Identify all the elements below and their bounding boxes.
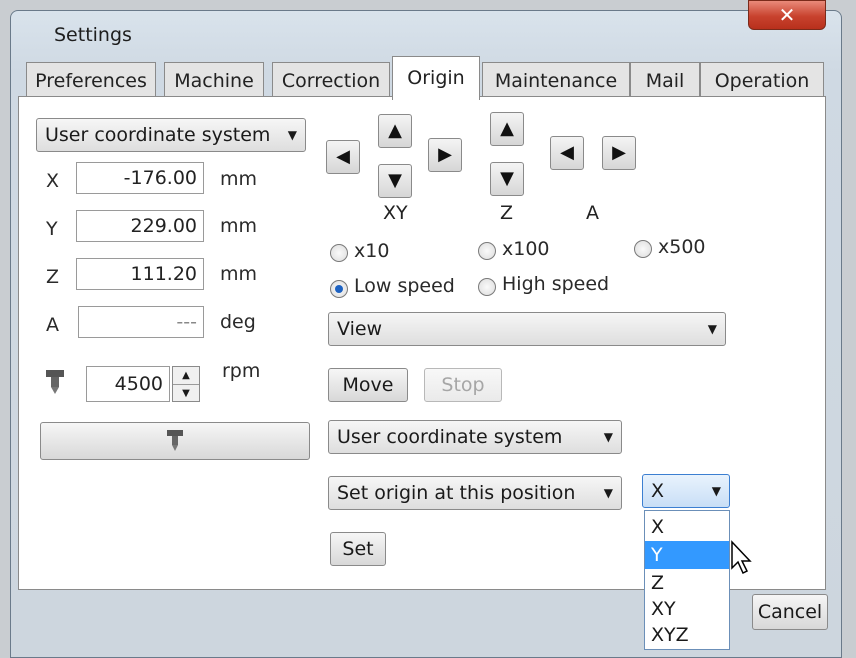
set-button[interactable]: Set <box>330 532 386 566</box>
low-speed-radio[interactable] <box>330 280 348 298</box>
spindle-unit: rpm <box>222 360 261 382</box>
jog-z-plus-button[interactable]: ▲ <box>490 112 524 146</box>
axis-select-dropdown: X Y Z XY XYZ <box>644 510 730 650</box>
y-position-field: 229.00 <box>76 210 204 242</box>
axis-option-xy[interactable]: XY <box>645 595 729 623</box>
close-button[interactable]: ✕ <box>748 0 826 30</box>
coordinate-system-value: User coordinate system <box>45 124 271 146</box>
jog-y-plus-button[interactable]: ▲ <box>378 114 412 148</box>
a-position-field: --- <box>78 306 204 338</box>
arrow-right-icon: ▶ <box>612 142 626 163</box>
tab-origin[interactable]: Origin <box>392 56 480 100</box>
spindle-icon <box>167 430 183 451</box>
axis-select-value: X <box>651 480 665 502</box>
z-position-field: 111.20 <box>76 258 204 290</box>
low-speed-label: Low speed <box>354 275 455 297</box>
close-icon: ✕ <box>778 3 796 27</box>
tab-machine[interactable]: Machine <box>164 62 264 98</box>
tab-operation[interactable]: Operation <box>700 62 824 98</box>
step-x100-radio[interactable] <box>478 242 496 260</box>
tab-preferences[interactable]: Preferences <box>26 62 156 98</box>
spindle-icon <box>44 368 66 396</box>
arrow-right-icon: ▶ <box>438 144 452 165</box>
jog-a-minus-button[interactable]: ◀ <box>550 136 584 170</box>
step-x10-radio[interactable] <box>330 244 348 262</box>
arrow-down-icon: ▼ <box>500 168 514 189</box>
jog-xy-label: XY <box>383 202 408 224</box>
x-position-field: -176.00 <box>76 162 204 194</box>
window-title: Settings <box>54 24 132 46</box>
axis-option-xyz[interactable]: XYZ <box>645 621 729 649</box>
origin-action-select[interactable]: Set origin at this position ▼ <box>328 476 622 510</box>
tab-correction[interactable]: Correction <box>272 62 390 98</box>
z-unit: mm <box>220 263 258 285</box>
axis-option-y[interactable]: Y <box>645 541 729 569</box>
axis-label-z: Z <box>46 266 60 288</box>
chevron-down-icon: ▼ <box>711 484 721 498</box>
jog-z-minus-button[interactable]: ▼ <box>490 162 524 196</box>
chevron-down-icon: ▼ <box>287 128 297 142</box>
x-unit: mm <box>220 168 258 190</box>
axis-label-y: Y <box>46 218 58 240</box>
step-x100-label: x100 <box>502 238 550 260</box>
arrow-left-icon: ◀ <box>560 142 574 163</box>
origin-action-value: Set origin at this position <box>337 482 576 504</box>
chevron-down-icon: ▼ <box>603 430 613 444</box>
arrow-down-icon: ▼ <box>388 170 402 191</box>
high-speed-label: High speed <box>502 273 610 295</box>
axis-label-a: A <box>46 314 59 336</box>
step-x500-label: x500 <box>658 236 706 258</box>
jog-x-minus-button[interactable]: ◀ <box>326 140 360 174</box>
arrow-left-icon: ◀ <box>336 146 350 167</box>
stepper-down-icon[interactable]: ▼ <box>173 385 199 402</box>
origin-coordinate-system-select[interactable]: User coordinate system ▼ <box>328 420 622 454</box>
arrow-up-icon: ▲ <box>500 118 514 139</box>
chevron-down-icon: ▼ <box>603 486 613 500</box>
a-unit: deg <box>220 311 256 333</box>
jog-y-minus-button[interactable]: ▼ <box>378 164 412 198</box>
coordinate-system-select[interactable]: User coordinate system ▼ <box>36 118 306 152</box>
axis-option-x[interactable]: X <box>645 513 729 541</box>
high-speed-radio[interactable] <box>478 278 496 296</box>
step-x500-radio[interactable] <box>634 240 652 258</box>
mouse-cursor-icon <box>730 540 756 576</box>
jog-a-plus-button[interactable]: ▶ <box>602 136 636 170</box>
arrow-up-icon: ▲ <box>388 120 402 141</box>
jog-x-plus-button[interactable]: ▶ <box>428 138 462 172</box>
axis-select[interactable]: X ▼ <box>642 474 730 508</box>
view-select[interactable]: View ▼ <box>328 312 726 346</box>
view-select-value: View <box>337 318 383 340</box>
spindle-toggle-button[interactable] <box>40 422 310 460</box>
step-x10-label: x10 <box>354 240 390 262</box>
axis-label-x: X <box>46 170 60 192</box>
stop-button[interactable]: Stop <box>424 368 502 402</box>
move-button[interactable]: Move <box>328 368 408 402</box>
stepper-up-icon[interactable]: ▲ <box>173 367 199 385</box>
tab-maintenance[interactable]: Maintenance <box>482 62 630 98</box>
axis-option-z[interactable]: Z <box>645 569 729 597</box>
origin-coordinate-system-value: User coordinate system <box>337 426 563 448</box>
spindle-speed-stepper[interactable]: ▲ ▼ <box>172 366 200 402</box>
tab-mail[interactable]: Mail <box>630 62 700 98</box>
spindle-speed-field[interactable]: 4500 <box>86 366 170 402</box>
cancel-button[interactable]: Cancel <box>752 594 828 630</box>
chevron-down-icon: ▼ <box>707 322 717 336</box>
jog-z-label: Z <box>500 202 514 224</box>
y-unit: mm <box>220 215 258 237</box>
jog-a-label: A <box>586 202 599 224</box>
